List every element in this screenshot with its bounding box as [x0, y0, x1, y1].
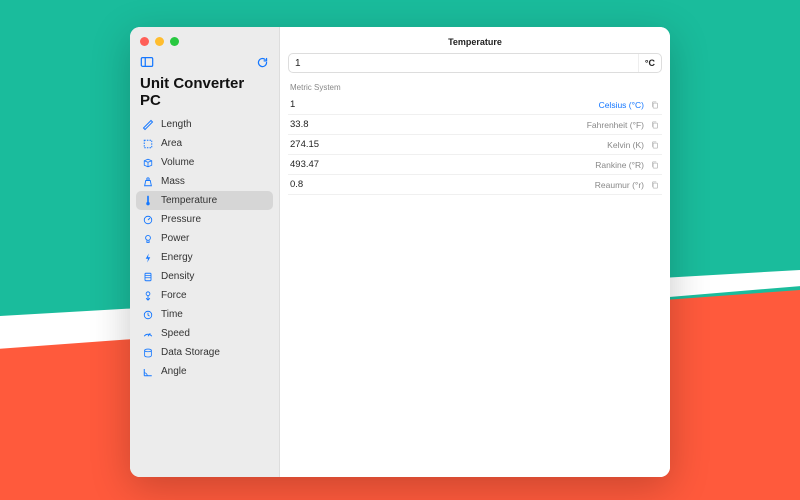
- sidebar-item-label: Force: [161, 290, 187, 301]
- result-row: 33.8 Fahrenheit (°F): [288, 115, 662, 135]
- sidebar-toolbar: [130, 55, 279, 73]
- sidebar-item-angle[interactable]: Angle: [136, 362, 273, 381]
- sidebar-item-label: Speed: [161, 328, 190, 339]
- page-title: Temperature: [288, 35, 662, 53]
- sidebar-item-label: Area: [161, 138, 182, 149]
- clock-icon: [142, 309, 154, 321]
- result-unit: Rankine (°R): [595, 160, 644, 170]
- sidebar-item-energy[interactable]: Energy: [136, 248, 273, 267]
- sidebar-item-label: Length: [161, 119, 192, 130]
- sidebar-item-speed[interactable]: Speed: [136, 324, 273, 343]
- sidebar-item-density[interactable]: Density: [136, 267, 273, 286]
- drop-icon: [142, 271, 154, 283]
- result-row: 493.47 Rankine (°R): [288, 155, 662, 175]
- minimize-window-button[interactable]: [155, 37, 164, 46]
- result-unit: Reaumur (°r): [595, 180, 644, 190]
- sidebar-item-label: Angle: [161, 366, 187, 377]
- section-label: Metric System: [288, 81, 662, 95]
- sidebar-item-label: Density: [161, 271, 194, 282]
- speed-icon: [142, 328, 154, 340]
- result-unit: Fahrenheit (°F): [587, 120, 644, 130]
- bolt-icon: [142, 252, 154, 264]
- sidebar: Unit Converter PC Length Area Volume Mas…: [130, 27, 280, 477]
- result-row: 274.15 Kelvin (K): [288, 135, 662, 155]
- sidebar-item-force[interactable]: Force: [136, 286, 273, 305]
- sidebar-item-length[interactable]: Length: [136, 115, 273, 134]
- sidebar-item-label: Data Storage: [161, 347, 220, 358]
- fullscreen-window-button[interactable]: [170, 37, 179, 46]
- sidebar-item-temperature[interactable]: Temperature: [136, 191, 273, 210]
- thermometer-icon: [142, 195, 154, 207]
- sidebar-item-label: Pressure: [161, 214, 201, 225]
- result-value: 1: [290, 99, 295, 110]
- gauge-icon: [142, 214, 154, 226]
- app-window: Unit Converter PC Length Area Volume Mas…: [130, 27, 670, 477]
- crop-icon: [142, 138, 154, 150]
- copy-icon[interactable]: [650, 180, 660, 190]
- close-window-button[interactable]: [140, 37, 149, 46]
- result-row: 1 Celsius (°C): [288, 95, 662, 115]
- sidebar-item-power[interactable]: Power: [136, 229, 273, 248]
- bulb-icon: [142, 233, 154, 245]
- sidebar-item-label: Time: [161, 309, 183, 320]
- results-list: 1 Celsius (°C) 33.8 Fahrenheit (°F) 274.…: [288, 95, 662, 195]
- force-icon: [142, 290, 154, 302]
- sidebar-item-volume[interactable]: Volume: [136, 153, 273, 172]
- result-value: 274.15: [290, 139, 319, 150]
- result-row: 0.8 Reaumur (°r): [288, 175, 662, 195]
- value-input-row: °C: [288, 53, 662, 73]
- copy-icon[interactable]: [650, 160, 660, 170]
- result-unit: Kelvin (K): [607, 140, 644, 150]
- sidebar-item-mass[interactable]: Mass: [136, 172, 273, 191]
- sidebar-item-label: Volume: [161, 157, 194, 168]
- copy-icon[interactable]: [650, 100, 660, 110]
- category-list: Length Area Volume Mass Temperature Pres: [130, 115, 279, 477]
- value-input-unit[interactable]: °C: [638, 54, 661, 72]
- sidebar-item-pressure[interactable]: Pressure: [136, 210, 273, 229]
- window-titlebar: [130, 27, 279, 55]
- copy-icon[interactable]: [650, 140, 660, 150]
- value-input[interactable]: [289, 58, 638, 69]
- disk-icon: [142, 347, 154, 359]
- app-title: Unit Converter PC: [130, 73, 279, 115]
- sidebar-item-label: Energy: [161, 252, 193, 263]
- result-unit: Celsius (°C): [599, 100, 644, 110]
- weight-icon: [142, 176, 154, 188]
- result-value: 493.47: [290, 159, 319, 170]
- sidebar-toggle-icon[interactable]: [140, 55, 154, 69]
- main-panel: Temperature °C Metric System 1 Celsius (…: [280, 27, 670, 477]
- result-value: 0.8: [290, 179, 303, 190]
- sidebar-item-area[interactable]: Area: [136, 134, 273, 153]
- sidebar-item-label: Mass: [161, 176, 185, 187]
- sidebar-item-label: Temperature: [161, 195, 217, 206]
- sidebar-item-time[interactable]: Time: [136, 305, 273, 324]
- sidebar-item-label: Power: [161, 233, 189, 244]
- box-icon: [142, 157, 154, 169]
- ruler-icon: [142, 119, 154, 131]
- refresh-icon[interactable]: [255, 55, 269, 69]
- copy-icon[interactable]: [650, 120, 660, 130]
- result-value: 33.8: [290, 119, 309, 130]
- sidebar-item-data-storage[interactable]: Data Storage: [136, 343, 273, 362]
- angle-icon: [142, 366, 154, 378]
